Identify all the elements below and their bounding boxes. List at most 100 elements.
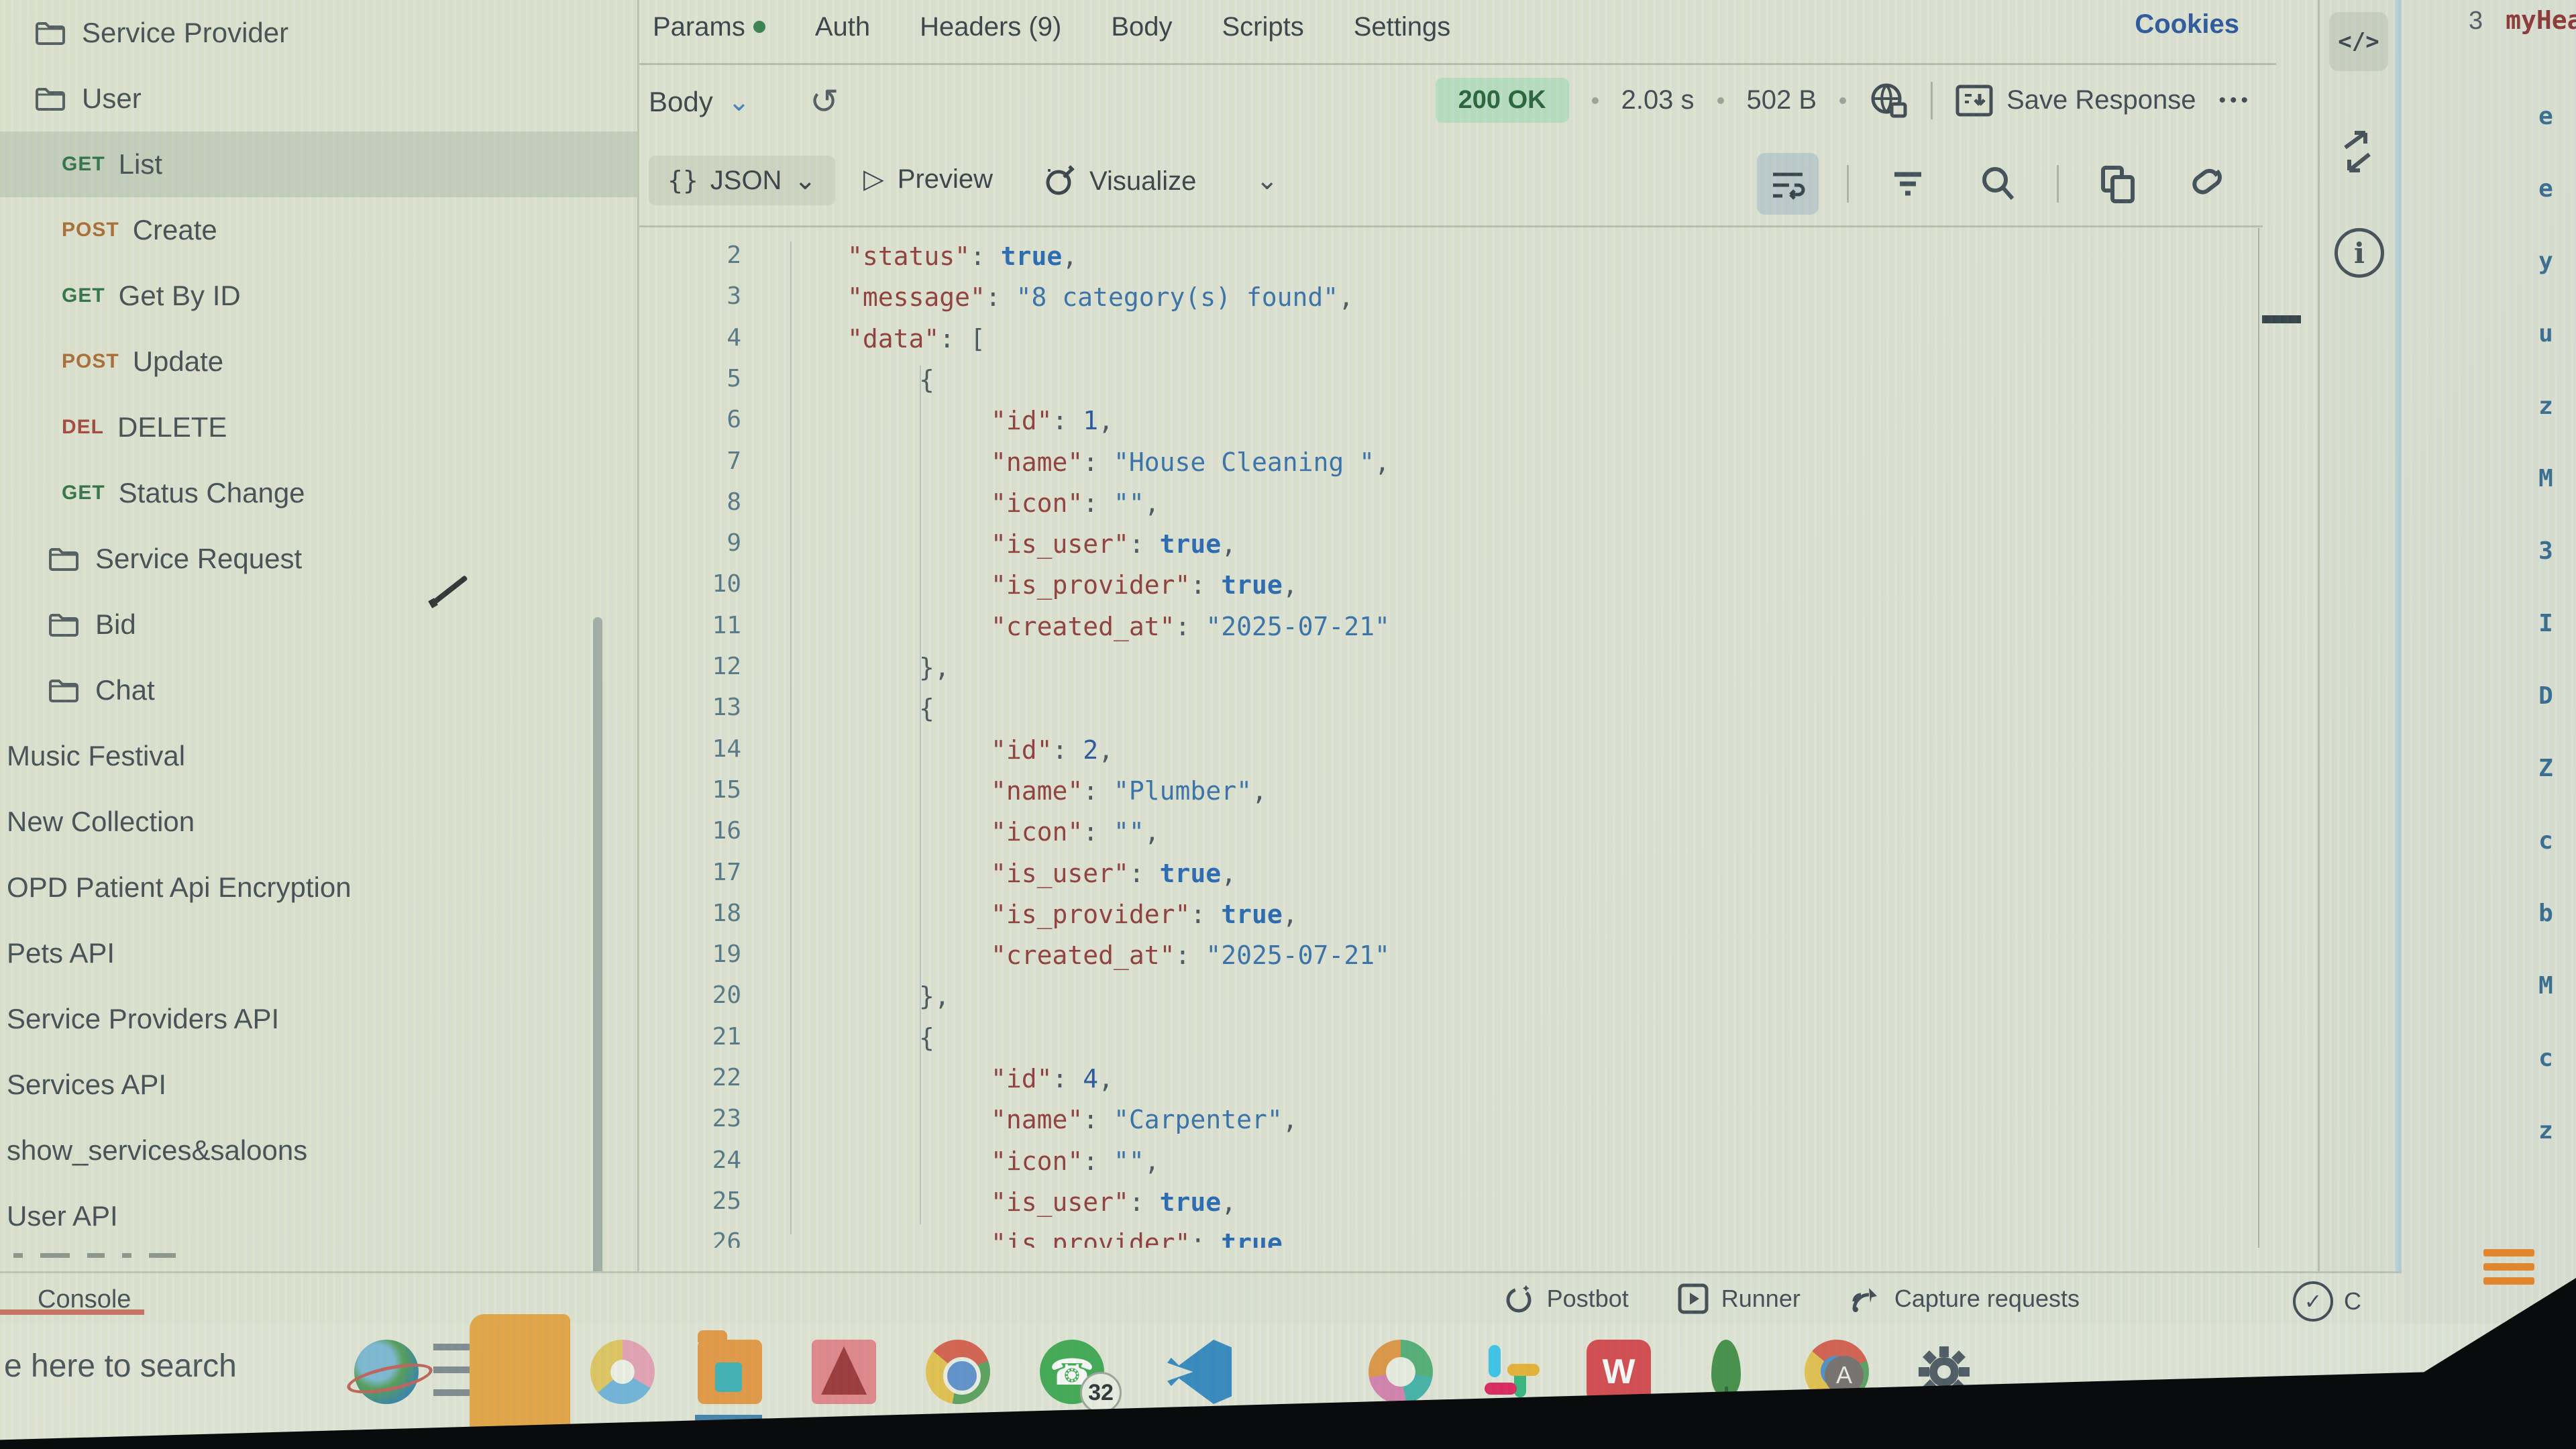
- code-line: 5{: [637, 365, 2258, 407]
- tab-settings[interactable]: Settings: [1354, 12, 1451, 42]
- code-line: 18"is_provider": true,: [637, 900, 2258, 941]
- line-number: 12: [637, 653, 741, 680]
- save-response-label: Save Response: [2006, 85, 2196, 115]
- more-options-button[interactable]: •••: [2218, 89, 2252, 112]
- sidebar-item-delete[interactable]: DELDELETE: [0, 394, 637, 460]
- status-check[interactable]: ✓ C: [2293, 1281, 2361, 1322]
- line-number: 23: [637, 1105, 741, 1132]
- code-text: "is_user": true,: [991, 859, 1236, 888]
- code-text: {: [919, 694, 934, 723]
- sidebar-item-label: Service Request: [95, 543, 302, 575]
- monitor-edge-highlight: [2395, 0, 2402, 1315]
- sidebar-item-create[interactable]: POSTCreate: [0, 197, 637, 263]
- console-underline: [0, 1309, 144, 1315]
- sidebar-item-label: Create: [133, 214, 217, 246]
- response-meta-right: 200 OK 2.03 s 502 B Save Response •••: [1436, 78, 2252, 123]
- dot-separator: [1592, 97, 1599, 104]
- tab-body[interactable]: Body: [1111, 12, 1172, 42]
- postbot-button[interactable]: Postbot: [1503, 1283, 1629, 1315]
- response-body-dropdown[interactable]: Body ⌄: [649, 86, 750, 118]
- folder-icon: [35, 86, 66, 111]
- save-response-button[interactable]: Save Response: [1955, 85, 2196, 117]
- response-scrollbar-thumb[interactable]: [2262, 315, 2301, 323]
- sidebar-item-user-api[interactable]: User API: [0, 1183, 637, 1249]
- runner-button[interactable]: Runner: [1677, 1283, 1801, 1315]
- runner-icon: [1677, 1283, 1709, 1315]
- braces-icon: {}: [667, 166, 698, 195]
- code-line: 22"id": 4,: [637, 1064, 2258, 1106]
- code-line: 6"id": 1,: [637, 406, 2258, 447]
- sidebar-item-list[interactable]: GETList: [0, 131, 637, 197]
- visualize-tab[interactable]: Visualize: [1041, 164, 1196, 199]
- tab-label: Body: [1111, 12, 1172, 42]
- capture-requests-button[interactable]: Capture requests: [1849, 1283, 2080, 1315]
- format-select[interactable]: {} JSON ⌄: [649, 156, 835, 205]
- capture-requests-label: Capture requests: [1894, 1285, 2080, 1313]
- sidebar-item-pets-api[interactable]: Pets API: [0, 920, 637, 986]
- cookies-link[interactable]: Cookies: [2135, 9, 2239, 40]
- copy-icon[interactable]: [2087, 153, 2149, 215]
- info-icon[interactable]: i: [2334, 228, 2384, 278]
- triangle-app-icon[interactable]: [812, 1340, 876, 1404]
- tab-params[interactable]: Params: [653, 12, 765, 42]
- code-line: 11"created_at": "2025-07-21": [637, 612, 2258, 653]
- code-text: "icon": "",: [991, 488, 1160, 518]
- sidebar-item-bid[interactable]: Bid: [0, 592, 637, 657]
- sidebar-item-services-api[interactable]: Services API: [0, 1052, 637, 1118]
- tab-auth[interactable]: Auth: [815, 12, 870, 42]
- tab-headers-9[interactable]: Headers (9): [920, 12, 1061, 42]
- tab-scripts[interactable]: Scripts: [1222, 12, 1303, 42]
- sidebar-item-status-change[interactable]: GETStatus Change: [0, 460, 637, 526]
- sidebar-item-show-services-saloons[interactable]: show_services&saloons: [0, 1118, 637, 1183]
- sidebar-item-get-by-id[interactable]: GETGet By ID: [0, 263, 637, 329]
- folder-app-icon[interactable]: [698, 1340, 762, 1404]
- code-text: "name": "Plumber",: [991, 776, 1267, 806]
- response-json-body[interactable]: 2"status": true,3"message": "8 category(…: [637, 228, 2258, 1248]
- link-icon[interactable]: [2177, 153, 2239, 215]
- search-icon[interactable]: [1967, 153, 2029, 215]
- code-line: 17"is_user": true,: [637, 859, 2258, 900]
- chrome-icon[interactable]: [926, 1340, 990, 1404]
- code-text: "created_at": "2025-07-21": [991, 612, 1390, 641]
- tab-label: Settings: [1354, 12, 1451, 42]
- code-snippet-button[interactable]: </>: [2329, 12, 2388, 71]
- line-number: 21: [637, 1023, 741, 1051]
- clipped-label: C: [2344, 1287, 2361, 1316]
- check-circle-icon: ✓: [2293, 1281, 2333, 1322]
- code-line: 25"is_user": true,: [637, 1187, 2258, 1229]
- sidebar-item-service-providers-api[interactable]: Service Providers API: [0, 986, 637, 1052]
- sidebar-item-new-collection[interactable]: New Collection: [0, 789, 637, 855]
- earth-icon[interactable]: [354, 1340, 419, 1404]
- chevron-down-icon[interactable]: ⌄: [1256, 165, 1279, 196]
- filter-icon[interactable]: [1877, 153, 1939, 215]
- folder-icon: [48, 678, 79, 703]
- sidebar-item-chat[interactable]: Chat: [0, 657, 637, 723]
- swirl-browser-icon[interactable]: [1368, 1340, 1433, 1404]
- network-lock-icon[interactable]: [1869, 81, 1908, 120]
- code-line: 7"name": "House Cleaning ",: [637, 447, 2258, 489]
- line-number: 14: [637, 735, 741, 763]
- whatsapp-badge: 32: [1080, 1372, 1122, 1413]
- slack-icon[interactable]: [1479, 1340, 1544, 1404]
- preview-tab[interactable]: ▷ Preview: [863, 164, 993, 195]
- vscode-icon[interactable]: [1167, 1340, 1232, 1404]
- scroll-to-icon[interactable]: [2336, 127, 2379, 176]
- sidebar-item-opd-patient-api-encryption[interactable]: OPD Patient Api Encryption: [0, 855, 637, 920]
- color-wheel-icon[interactable]: [590, 1340, 655, 1404]
- sidebar-item-service-provider[interactable]: Service Provider: [0, 0, 637, 66]
- code-text: {: [919, 1023, 934, 1053]
- sidebar-item-music-festival[interactable]: Music Festival: [0, 723, 637, 789]
- code-line: 16"icon": "",: [637, 817, 2258, 859]
- code-line: 26"is_provider": true: [637, 1228, 2258, 1248]
- taskbar-search-input[interactable]: e here to search: [4, 1348, 237, 1385]
- line-number: 10: [637, 570, 741, 598]
- sidebar-item-update[interactable]: POSTUpdate: [0, 329, 637, 394]
- code-text: "name": "House Cleaning ",: [991, 447, 1390, 477]
- response-code-tools: [1757, 153, 2239, 215]
- sidebar-item-label: List: [119, 148, 162, 180]
- whatsapp-icon[interactable]: ☎32: [1040, 1340, 1104, 1404]
- sidebar-item-service-request[interactable]: Service Request: [0, 526, 637, 592]
- history-icon[interactable]: ↺: [810, 82, 839, 122]
- wrap-lines-button[interactable]: [1757, 153, 1819, 215]
- sidebar-item-user[interactable]: User: [0, 66, 637, 131]
